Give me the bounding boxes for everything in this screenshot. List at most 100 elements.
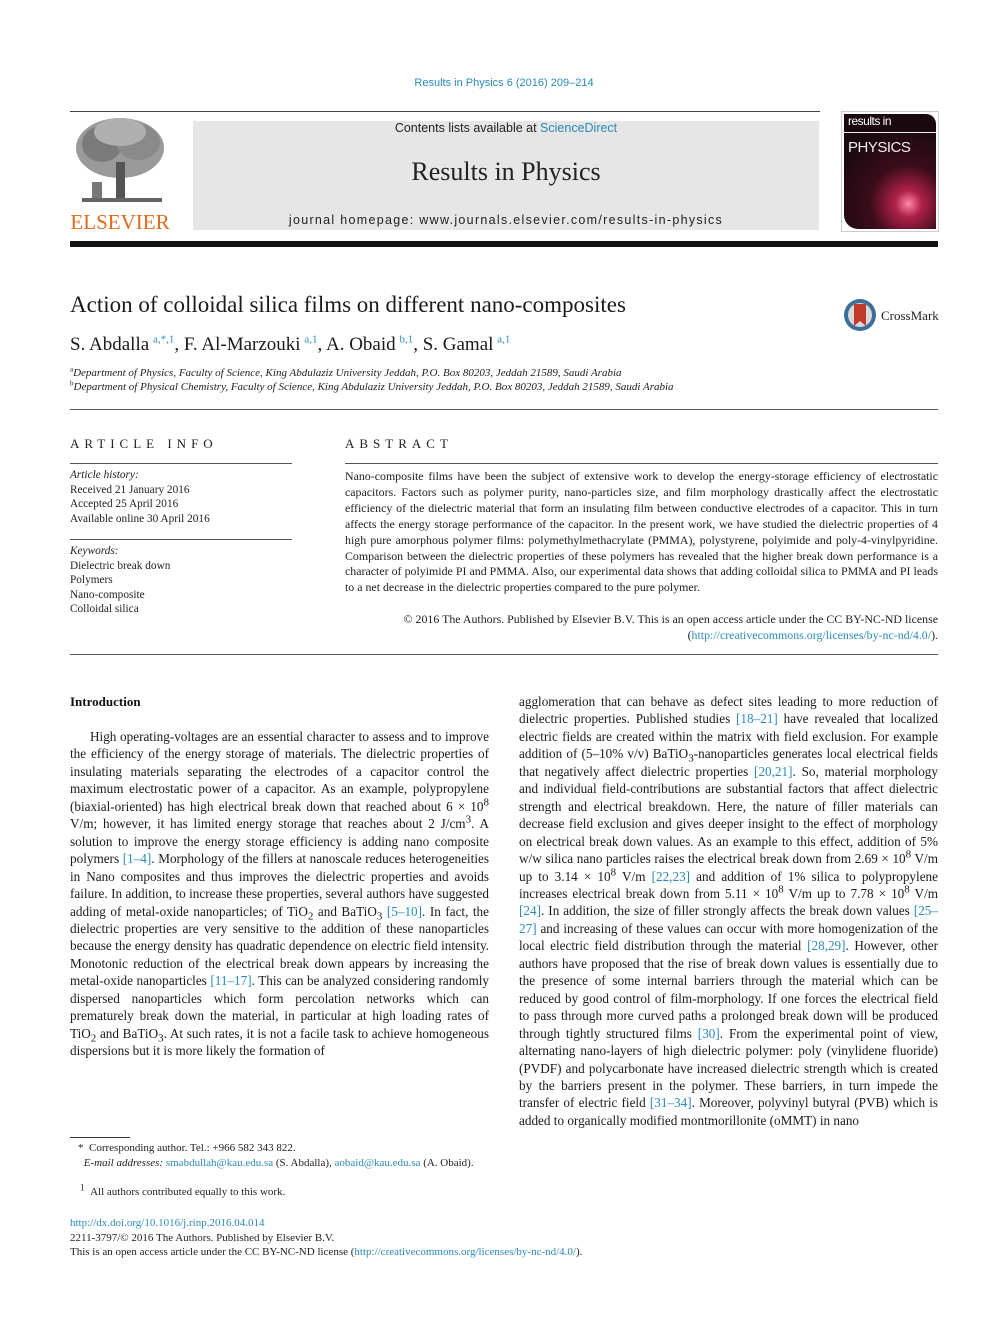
text: . In addition, the size of filler strong… — [540, 903, 914, 919]
elsevier-tree-icon — [72, 114, 168, 206]
sciencedirect-link[interactable]: ScienceDirect — [540, 121, 617, 135]
paragraph: High operating-voltages are an essential… — [70, 728, 489, 1060]
accepted-date: Accepted 25 April 2016 — [70, 498, 179, 510]
keywords-divider — [70, 539, 292, 540]
author-name[interactable]: A. Obaid — [326, 334, 396, 355]
crossmark-label: CrossMark — [881, 308, 939, 323]
text: V/m — [616, 868, 652, 884]
copyright-end: ). — [931, 627, 938, 642]
author-affiliation-mark[interactable]: a,1 — [497, 334, 510, 346]
keyword: Colloidal silica — [70, 603, 139, 615]
author-name[interactable]: S. Gamal — [423, 334, 494, 355]
journal-cover-thumbnail[interactable]: results in PHYSICS — [841, 111, 939, 232]
citation-link[interactable]: [5–10] — [387, 904, 422, 919]
text: and BaTiO — [313, 903, 377, 919]
cover-top-label: results in — [848, 114, 892, 128]
abstract-heading: ABSTRACT — [345, 436, 453, 451]
corresponding-text: Corresponding author. Tel.: +966 582 343… — [89, 1142, 296, 1154]
contents-line: Contents lists available at ScienceDirec… — [193, 121, 819, 135]
journal-homepage-link[interactable]: journal homepage: www.journals.elsevier.… — [193, 213, 819, 227]
citation-link[interactable]: [22,23] — [652, 869, 690, 884]
license-link[interactable]: http://creativecommons.org/licenses/by-n… — [692, 628, 932, 642]
text: V/m; however, it has limited energy stor… — [70, 816, 466, 832]
author-affiliation-mark[interactable]: a,*,1 — [153, 334, 174, 346]
license-link[interactable]: http://creativecommons.org/licenses/by-n… — [354, 1246, 576, 1258]
equal-contribution-text: All authors contributed equally to this … — [90, 1186, 286, 1198]
text: V/m — [909, 885, 938, 901]
keywords-label: Keywords: — [70, 545, 119, 557]
corresponding-mark: * — [78, 1142, 84, 1154]
issn-line: 2211-3797/© 2016 The Authors. Published … — [70, 1231, 335, 1244]
email-owner: (S. Abdalla), — [273, 1157, 335, 1169]
header-thick-divider — [70, 241, 938, 247]
body-column-left: High operating-voltages are an essential… — [70, 728, 489, 1060]
elsevier-logo[interactable]: ELSEVIER — [70, 114, 170, 234]
article-history: Article history: Received 21 January 201… — [70, 468, 210, 526]
email-link[interactable]: smabdullah@kau.edu.sa — [166, 1157, 273, 1169]
keywords: Keywords: Dielectric break down Polymers… — [70, 544, 170, 617]
author-affiliation-mark[interactable]: a,1 — [304, 334, 317, 346]
journal-citation-link[interactable]: Results in Physics 6 (2016) 209–214 — [0, 77, 992, 89]
paragraph: agglomeration that can behave as defect … — [519, 693, 938, 1129]
cover-image: results in PHYSICS — [844, 114, 936, 229]
received-date: Received 21 January 2016 — [70, 483, 190, 496]
crossmark-badge[interactable]: CrossMark — [843, 298, 943, 334]
footnote-divider — [70, 1137, 130, 1138]
text: . So, material morphology and individual… — [519, 763, 938, 867]
doi-link[interactable]: http://dx.doi.org/10.1016/j.rinp.2016.04… — [70, 1216, 582, 1231]
equal-contribution-note: 1 All authors contributed equally to thi… — [70, 1182, 489, 1200]
cover-title: PHYSICS — [848, 139, 911, 156]
author-name[interactable]: S. Abdalla — [70, 334, 149, 355]
article-info-divider — [70, 463, 292, 464]
abstract-divider — [345, 463, 938, 464]
footnote-mark: 1 — [80, 1182, 85, 1193]
abstract-text: Nano-composite films have been the subje… — [345, 469, 938, 595]
citation-link[interactable]: [31–34] — [650, 1095, 692, 1110]
affiliation-text: Department of Physical Chemistry, Facult… — [73, 381, 674, 393]
email-note: E-mail addresses: smabdullah@kau.edu.sa … — [70, 1156, 489, 1171]
history-label: Article history: — [70, 469, 139, 481]
header-divider — [70, 111, 820, 112]
abstract-bottom-divider — [70, 654, 938, 655]
email-label: E-mail addresses: — [83, 1157, 164, 1169]
citation-link[interactable]: [1–4] — [123, 851, 152, 866]
author-list: S. Abdalla a,*,1, F. Al-Marzouki a,1, A.… — [70, 333, 511, 355]
elsevier-wordmark: ELSEVIER — [70, 210, 170, 234]
open-access-line: This is an open access article under the… — [70, 1245, 582, 1260]
crossmark-icon — [844, 299, 876, 331]
keyword: Dielectric break down — [70, 559, 171, 572]
keyword: Polymers — [70, 574, 113, 586]
journal-banner: Contents lists available at ScienceDirec… — [193, 121, 819, 230]
text: and BaTiO — [96, 1025, 159, 1041]
affiliation-divider — [70, 409, 938, 410]
open-access-text: This is an open access article under the… — [70, 1246, 355, 1258]
superscript: 8 — [483, 796, 490, 809]
keyword: Nano-composite — [70, 588, 145, 601]
affiliation-a: aDepartment of Physics, Faculty of Scien… — [70, 366, 622, 379]
open-access-end: ). — [576, 1246, 583, 1258]
citation-link[interactable]: [20,21] — [754, 764, 792, 779]
contents-prefix: Contents lists available at — [394, 121, 541, 135]
email-link[interactable]: aobaid@kau.edu.sa — [335, 1157, 421, 1169]
citation-link[interactable]: [30] — [698, 1026, 720, 1041]
article-title: Action of colloidal silica films on diff… — [70, 292, 626, 317]
online-date: Available online 30 April 2016 — [70, 512, 210, 525]
citation-link[interactable]: [28,29] — [807, 938, 845, 953]
citation-link[interactable]: [18–21] — [736, 711, 778, 726]
citation-link[interactable]: [11–17] — [210, 973, 251, 988]
affiliation-b: bDepartment of Physical Chemistry, Facul… — [70, 380, 674, 393]
text: High operating-voltages are an essential… — [70, 729, 489, 814]
author-name[interactable]: F. Al-Marzouki — [184, 334, 301, 355]
article-info-heading: ARTICLE INFO — [70, 436, 218, 451]
journal-title: Results in Physics — [411, 157, 601, 186]
email-owner: (A. Obaid). — [420, 1157, 474, 1169]
body-column-right: agglomeration that can behave as defect … — [519, 693, 938, 1129]
corresponding-author-note: * Corresponding author. Tel.: +966 582 3… — [70, 1141, 489, 1156]
citation-link[interactable]: [24] — [519, 903, 541, 918]
abstract-copyright: © 2016 The Authors. Published by Elsevie… — [345, 612, 938, 644]
introduction-heading: Introduction — [70, 694, 141, 709]
cover-divider — [844, 132, 936, 133]
affiliation-text: Department of Physics, Faculty of Scienc… — [73, 367, 622, 379]
author-affiliation-mark[interactable]: b,1 — [399, 334, 413, 346]
publication-footer: http://dx.doi.org/10.1016/j.rinp.2016.04… — [70, 1216, 582, 1260]
